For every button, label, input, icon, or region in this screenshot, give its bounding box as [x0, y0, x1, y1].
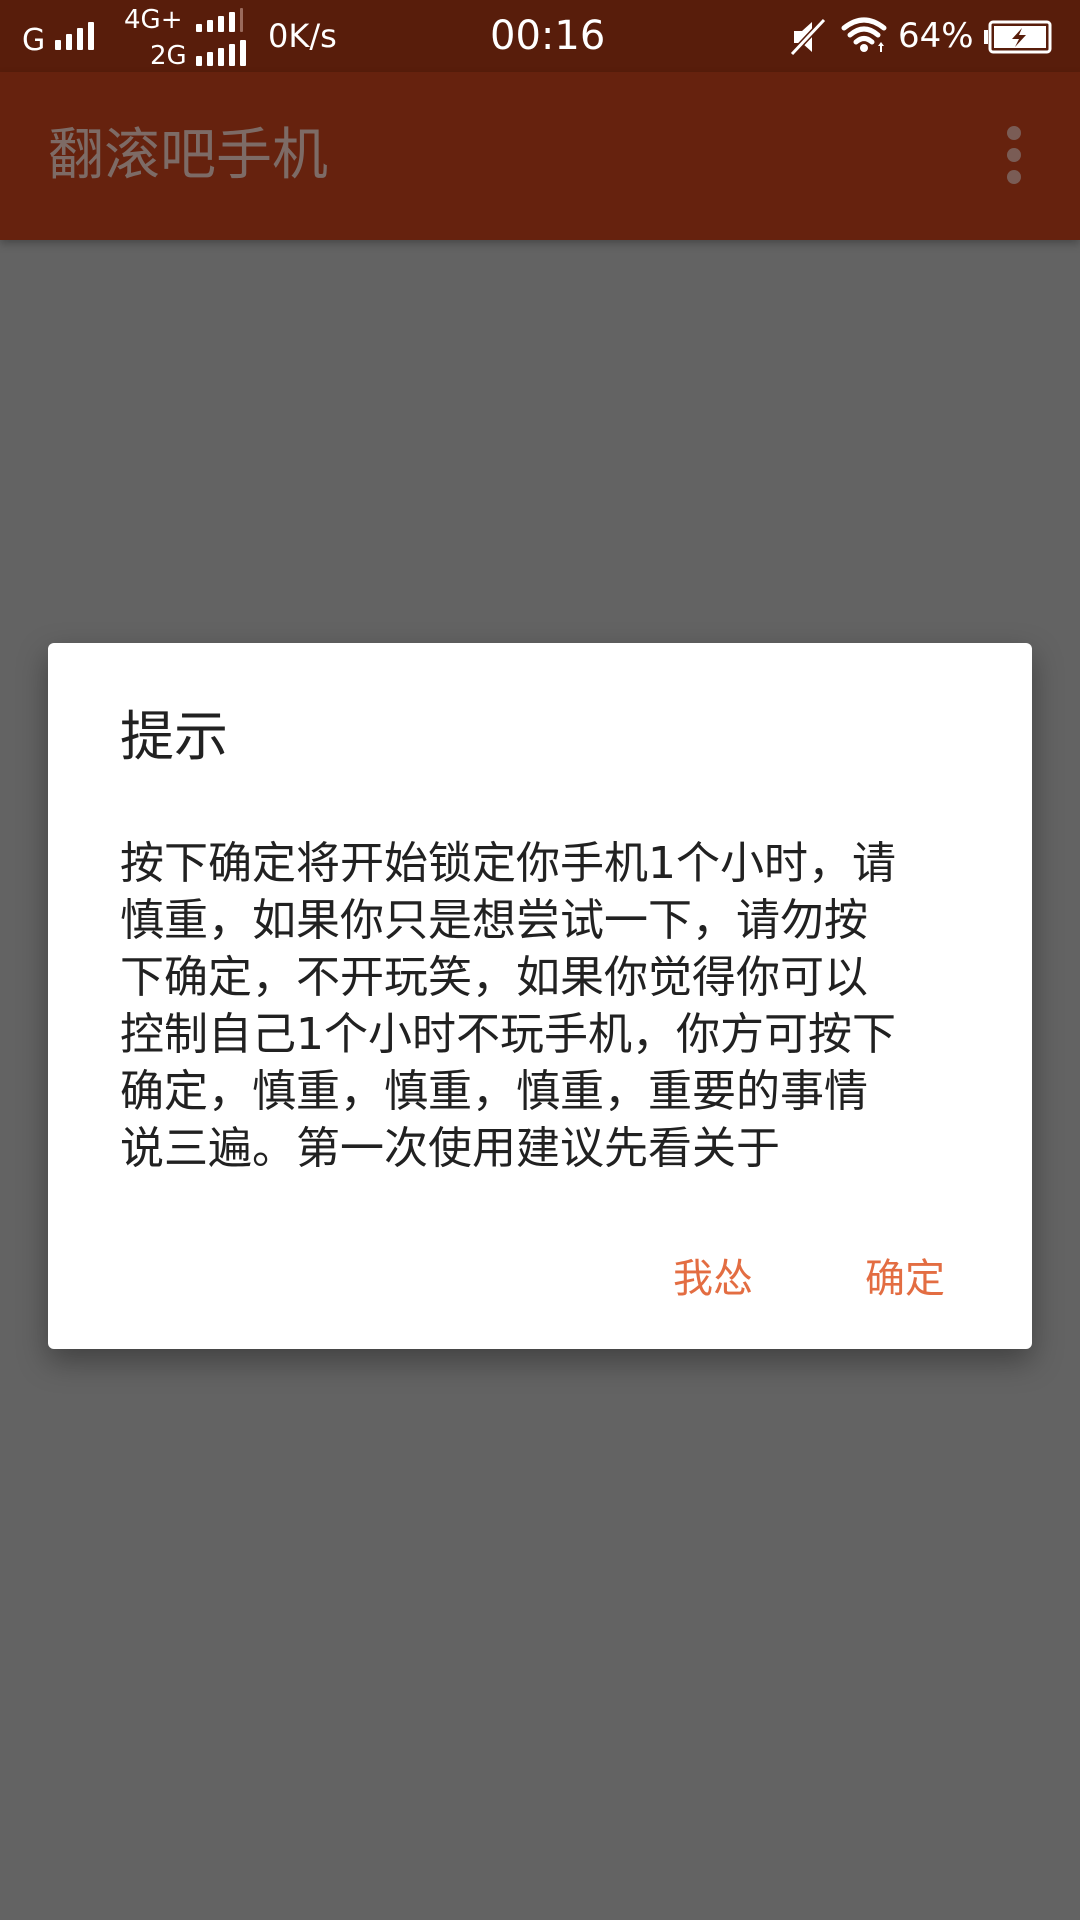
- network-type-top: 4G+: [124, 5, 183, 35]
- signal-icon: [55, 20, 94, 50]
- status-bar: G 4G+ 2G 0K/s 00:16 64%: [0, 0, 1080, 72]
- more-vert-icon[interactable]: [994, 122, 1034, 188]
- mute-icon: [790, 18, 826, 56]
- dialog-message: 按下确定将开始锁定你手机1个小时，请慎重，如果你只是想尝试一下，请勿按下确定，不…: [120, 838, 896, 1174]
- network-type-bottom: 2G: [150, 41, 187, 71]
- clock: 00:16: [490, 13, 606, 59]
- battery-percent: 64%: [898, 16, 974, 56]
- battery-charging-icon: [984, 20, 1052, 54]
- carrier-label: G: [22, 23, 46, 58]
- wifi-icon: [841, 17, 887, 52]
- dialog-title: 提示: [120, 705, 228, 768]
- dialog-actions: 我怂 确定: [48, 1243, 1032, 1315]
- confirm-button[interactable]: 确定: [840, 1243, 970, 1315]
- network-speed: 0K/s: [268, 17, 337, 55]
- signal-icon: [196, 8, 243, 32]
- app-title: 翻滚吧手机: [48, 123, 328, 188]
- app-bar: 翻滚吧手机: [0, 72, 1080, 240]
- screen: G 4G+ 2G 0K/s 00:16 64% 翻滚吧手机 提示 按下确定将开始…: [0, 0, 1080, 1920]
- signal-icon: [196, 40, 246, 66]
- alert-dialog: 提示 按下确定将开始锁定你手机1个小时，请慎重，如果你只是想尝试一下，请勿按下确…: [48, 643, 1032, 1349]
- cancel-button[interactable]: 我怂: [648, 1243, 778, 1315]
